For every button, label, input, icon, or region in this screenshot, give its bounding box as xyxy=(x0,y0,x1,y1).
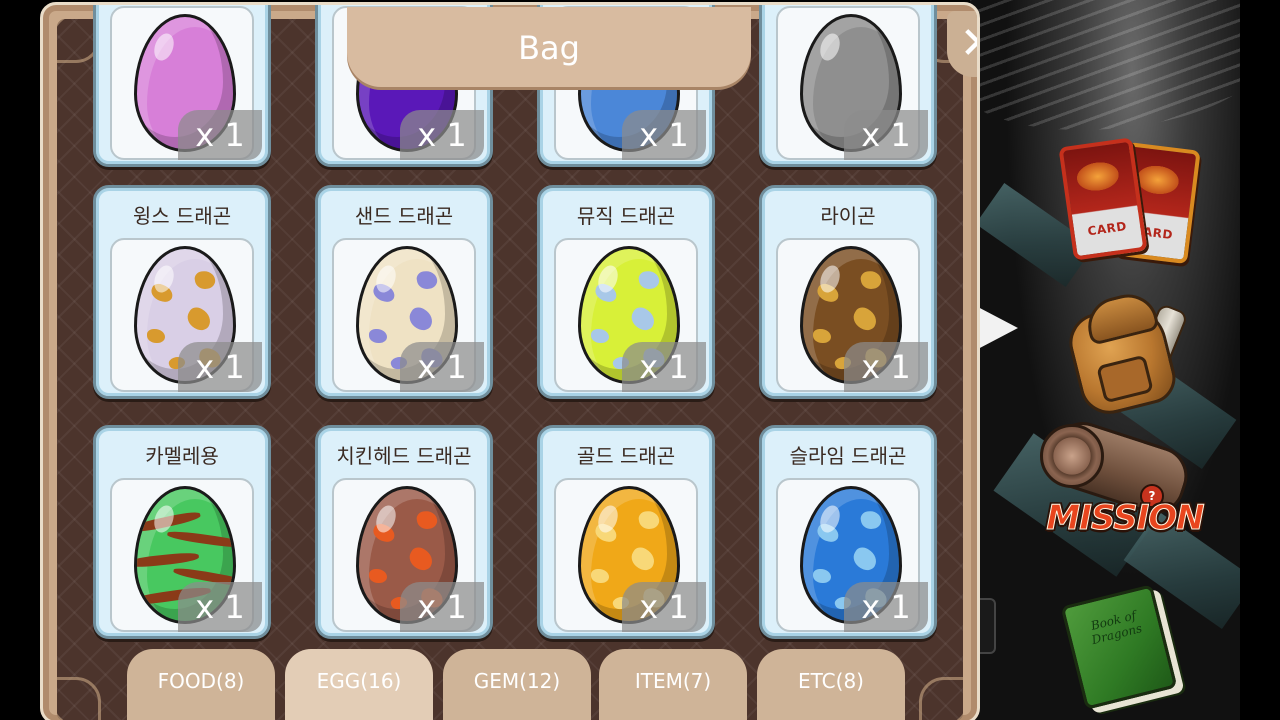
card-label: CARD xyxy=(1086,219,1128,239)
item-count-badge: x 1 xyxy=(400,342,484,392)
egg-spot xyxy=(591,329,609,343)
egg-spot xyxy=(813,329,831,343)
tab-label: EGG(16) xyxy=(316,669,402,693)
item-count-badge: x 1 xyxy=(178,342,262,392)
tab-item[interactable]: ITEM(7) xyxy=(599,649,747,720)
egg-spot xyxy=(166,529,233,550)
egg-spot xyxy=(193,269,217,291)
right-letterbox xyxy=(1240,0,1280,720)
egg-item-card[interactable]: 라이곤 x 1 xyxy=(759,185,937,399)
egg-name: 카멜레용 xyxy=(145,444,219,468)
egg-spot xyxy=(147,329,165,343)
dragon-emblem-icon xyxy=(1135,163,1181,197)
egg-spot xyxy=(369,329,387,343)
egg-item-card[interactable]: 골드 드래곤 x 1 xyxy=(537,425,715,639)
book-of-dragons-button[interactable]: Book of Dragons xyxy=(1060,584,1180,710)
egg-spot xyxy=(849,304,881,334)
expand-arrow-icon[interactable] xyxy=(976,306,1018,350)
egg-name: 윙스 드래곤 xyxy=(132,204,232,228)
corner-ornament-icon xyxy=(919,677,963,720)
egg-spot xyxy=(183,304,215,334)
item-count-badge: x 1 xyxy=(400,110,484,160)
egg-spot xyxy=(814,521,842,545)
bag-button[interactable] xyxy=(1056,288,1189,421)
egg-spot xyxy=(370,521,398,545)
item-count-badge: x 1 xyxy=(844,582,928,632)
egg-spot xyxy=(405,304,437,334)
egg-spot xyxy=(137,551,200,569)
egg-spot xyxy=(592,281,620,305)
egg-name: 샌드 드래곤 xyxy=(354,204,454,228)
close-icon: ✕ xyxy=(947,19,977,69)
egg-item-card[interactable]: x 1 xyxy=(93,5,271,167)
egg-spot xyxy=(627,544,659,574)
corner-ornament-icon xyxy=(57,677,101,720)
item-count-badge: x 1 xyxy=(178,582,262,632)
egg-spot xyxy=(415,509,439,531)
item-count-badge: x 1 xyxy=(178,110,262,160)
egg-spot xyxy=(137,509,202,535)
egg-spot xyxy=(415,269,439,291)
egg-name: 치킨헤드 드래곤 xyxy=(336,444,472,468)
item-count-badge: x 1 xyxy=(400,582,484,632)
tab-etc[interactable]: ETC(8) xyxy=(757,649,905,720)
item-count-badge: x 1 xyxy=(844,342,928,392)
egg-spot xyxy=(148,281,176,305)
egg-item-card[interactable]: 슬라임 드래곤 x 1 xyxy=(759,425,937,639)
egg-spot xyxy=(849,544,881,574)
egg-spot xyxy=(369,569,387,583)
egg-spot xyxy=(813,569,831,583)
egg-item-card[interactable]: 카멜레용 x 1 xyxy=(93,425,271,639)
title-tab: Bag xyxy=(347,7,751,87)
egg-item-card[interactable]: 뮤직 드래곤 x 1 xyxy=(537,185,715,399)
egg-item-card[interactable]: x 1 xyxy=(759,5,937,167)
tab-egg[interactable]: EGG(16) xyxy=(285,649,433,720)
egg-spot xyxy=(591,569,609,583)
scroll-end-icon xyxy=(1040,424,1104,488)
mission-button[interactable]: ? MISSION xyxy=(1036,414,1212,550)
close-button[interactable]: ✕ xyxy=(947,11,977,77)
book-title: Book of Dragons xyxy=(1089,608,1144,648)
bag-panel: x 1x 1x 1x 1 윙스 드래곤 x 1 샌드 드래곤 x 1 뮤직 드래곤 x 1라… xyxy=(40,2,980,720)
egg-spot xyxy=(637,509,661,531)
egg-spot xyxy=(592,521,620,545)
left-letterbox xyxy=(0,0,40,720)
dragon-emblem-icon xyxy=(1075,159,1121,194)
egg-spot xyxy=(859,509,883,531)
tab-label: ETC(8) xyxy=(798,669,864,693)
card-icon: CARD xyxy=(1058,137,1148,261)
tab-food[interactable]: FOOD(8) xyxy=(127,649,275,720)
egg-spot xyxy=(370,281,398,305)
egg-item-card[interactable]: 치킨헤드 드래곤 x 1 xyxy=(315,425,493,639)
mission-label: MISSION xyxy=(1046,498,1205,539)
egg-spot xyxy=(859,269,883,291)
game-screen: CARD CARD ? MISSION Book of Dragons x 1 x… xyxy=(0,0,1280,720)
panel-title: Bag xyxy=(518,29,580,67)
egg-spot xyxy=(637,269,661,291)
egg-spot xyxy=(814,281,842,305)
tab-label: ITEM(7) xyxy=(634,669,712,693)
egg-name: 골드 드래곤 xyxy=(576,444,676,468)
item-count-badge: x 1 xyxy=(844,110,928,160)
egg-spot xyxy=(627,304,659,334)
tab-gem[interactable]: GEM(12) xyxy=(443,649,591,720)
tab-label: FOOD(8) xyxy=(157,669,245,693)
book-icon: Book of Dragons xyxy=(1060,584,1178,710)
egg-name: 라이곤 xyxy=(820,204,876,228)
card-button[interactable]: CARD CARD xyxy=(1058,137,1201,265)
swirl-decoration xyxy=(970,0,1240,130)
item-count-badge: x 1 xyxy=(622,110,706,160)
item-count-badge: x 1 xyxy=(622,582,706,632)
egg-item-card[interactable]: 샌드 드래곤 x 1 xyxy=(315,185,493,399)
item-count-badge: x 1 xyxy=(622,342,706,392)
egg-item-card[interactable]: 윙스 드래곤 x 1 xyxy=(93,185,271,399)
tab-label: GEM(12) xyxy=(473,669,561,693)
egg-name: 뮤직 드래곤 xyxy=(576,204,676,228)
egg-name: 슬라임 드래곤 xyxy=(789,444,907,468)
egg-spot xyxy=(405,544,437,574)
